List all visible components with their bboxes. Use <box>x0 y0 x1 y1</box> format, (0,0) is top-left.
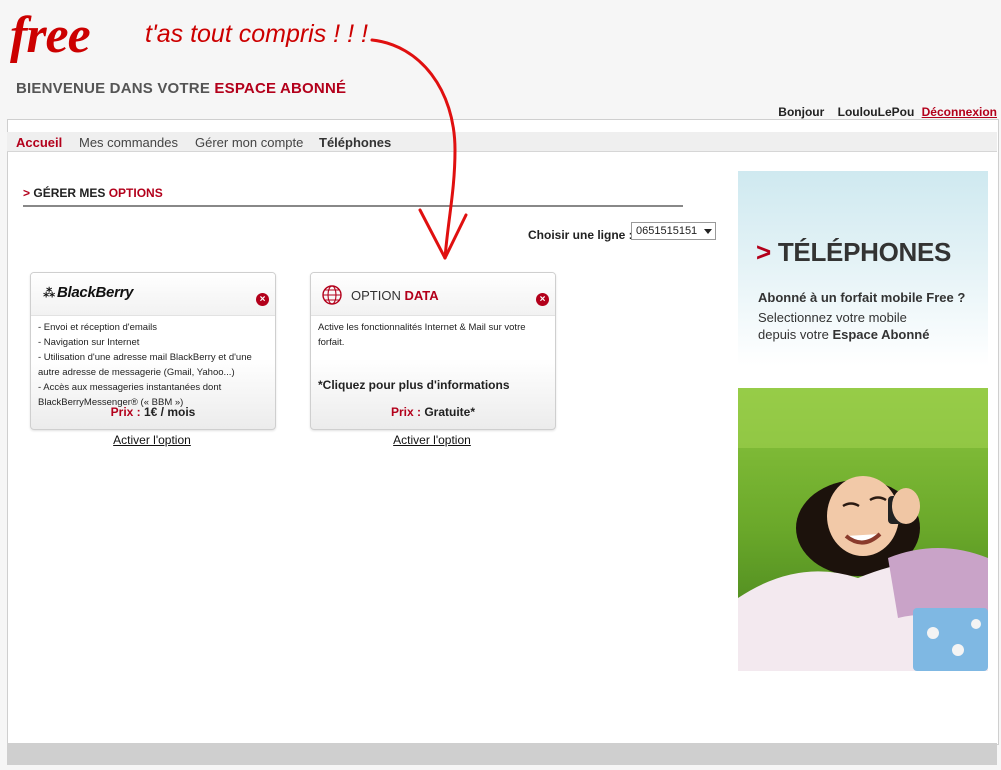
promo-line: depuis votre Espace Abonné <box>758 327 929 342</box>
price-label: Prix : <box>390 405 421 419</box>
card-header: ⁂ BlackBerry × <box>31 273 275 316</box>
description-line: - Envoi et réception d'emails <box>38 322 158 333</box>
price-value: 1€ / mois <box>144 405 196 419</box>
more-info-link[interactable]: *Cliquez pour plus d'informations <box>318 378 510 392</box>
activate-data-link[interactable]: Activer l'option <box>310 433 554 447</box>
line-select-dropdown[interactable]: 0651515151 <box>631 222 716 240</box>
promo-title: > TÉLÉPHONES <box>756 237 951 268</box>
description-line: - Utilisation d'une adresse mail BlackBe… <box>38 352 252 363</box>
card-description: - Envoi et réception d'emails - Navigati… <box>38 320 275 410</box>
woman-on-grass-illustration <box>738 388 988 671</box>
promo-arrow: > <box>756 237 771 267</box>
card-title: OPTION DATA <box>351 288 439 303</box>
free-logo[interactable]: free <box>10 6 91 66</box>
activate-blackberry-link[interactable]: Activer l'option <box>30 433 274 447</box>
card-title-accent: DATA <box>404 288 439 303</box>
blackberry-brand-text: BlackBerry <box>56 284 134 301</box>
section-title-accent: OPTIONS <box>108 186 163 200</box>
option-card-data[interactable]: OPTION DATA × Active les fonctionnalités… <box>310 272 556 430</box>
card-price: Prix : Gratuite* <box>311 405 555 419</box>
annotation-tagline: t'as tout compris ! ! ! <box>145 20 368 48</box>
section-arrow: > <box>23 186 31 200</box>
promo-line-bold: Espace Abonné <box>832 327 930 342</box>
chevron-down-icon <box>704 229 712 234</box>
card-title-prefix: OPTION <box>351 288 405 303</box>
promo-photo[interactable] <box>738 388 988 671</box>
logout-link[interactable]: Déconnexion <box>922 105 997 119</box>
close-icon[interactable]: × <box>256 293 269 306</box>
option-card-blackberry[interactable]: ⁂ BlackBerry × - Envoi et réception d'ema… <box>30 272 276 430</box>
line-chooser-label: Choisir une ligne : <box>528 228 633 242</box>
blackberry-icon: ⁂ <box>43 286 55 300</box>
description-line: forfait. <box>318 337 345 348</box>
card-price: Prix : 1€ / mois <box>31 405 275 419</box>
section-title-prefix: GÉRER MES <box>33 186 109 200</box>
section-divider <box>23 205 683 207</box>
promo-question: Abonné à un forfait mobile Free ? <box>758 290 966 305</box>
description-line: Active les fonctionnalités Internet & Ma… <box>318 322 526 333</box>
username-text: LoulouLePou <box>837 105 915 119</box>
description-line: - Navigation sur Internet <box>38 337 140 348</box>
line-select-value: 0651515151 <box>636 225 698 237</box>
welcome-prefix: BIENVENUE DANS VOTRE <box>16 80 215 97</box>
promo-line-prefix: depuis votre <box>758 327 833 342</box>
description-line: - Accès aux messageries instantanées don… <box>38 382 222 393</box>
greeting-text: Bonjour <box>778 105 825 119</box>
section-title: > GÉRER MES OPTIONS <box>23 186 163 200</box>
promo-title-text: TÉLÉPHONES <box>777 237 952 267</box>
footer-bar <box>7 743 997 765</box>
description-line: autre adresse de messagerie (Gmail, Yaho… <box>38 367 235 378</box>
card-header: OPTION DATA × <box>311 273 555 316</box>
nav-item-telephones[interactable]: Téléphones <box>319 135 391 150</box>
welcome-accent: ESPACE ABONNÉ <box>214 80 347 97</box>
nav-item-gerer-mon-compte[interactable]: Gérer mon compte <box>195 135 303 150</box>
price-label: Prix : <box>110 405 141 419</box>
blackberry-logo: ⁂ BlackBerry <box>43 284 134 301</box>
price-value: Gratuite* <box>424 405 476 419</box>
promo-line: Selectionnez votre mobile <box>758 310 907 325</box>
user-bar: Bonjour LoulouLePou Déconnexion <box>770 105 997 119</box>
welcome-banner: BIENVENUE DANS VOTRE ESPACE ABONNÉ <box>16 80 346 97</box>
nav-item-accueil[interactable]: Accueil <box>16 135 62 150</box>
card-description: Active les fonctionnalités Internet & Ma… <box>318 320 555 350</box>
close-icon[interactable]: × <box>536 293 549 306</box>
telephones-promo-banner[interactable]: > TÉLÉPHONES Abonné à un forfait mobile … <box>738 171 988 366</box>
nav-item-mes-commandes[interactable]: Mes commandes <box>79 135 178 150</box>
globe-icon <box>322 285 342 305</box>
